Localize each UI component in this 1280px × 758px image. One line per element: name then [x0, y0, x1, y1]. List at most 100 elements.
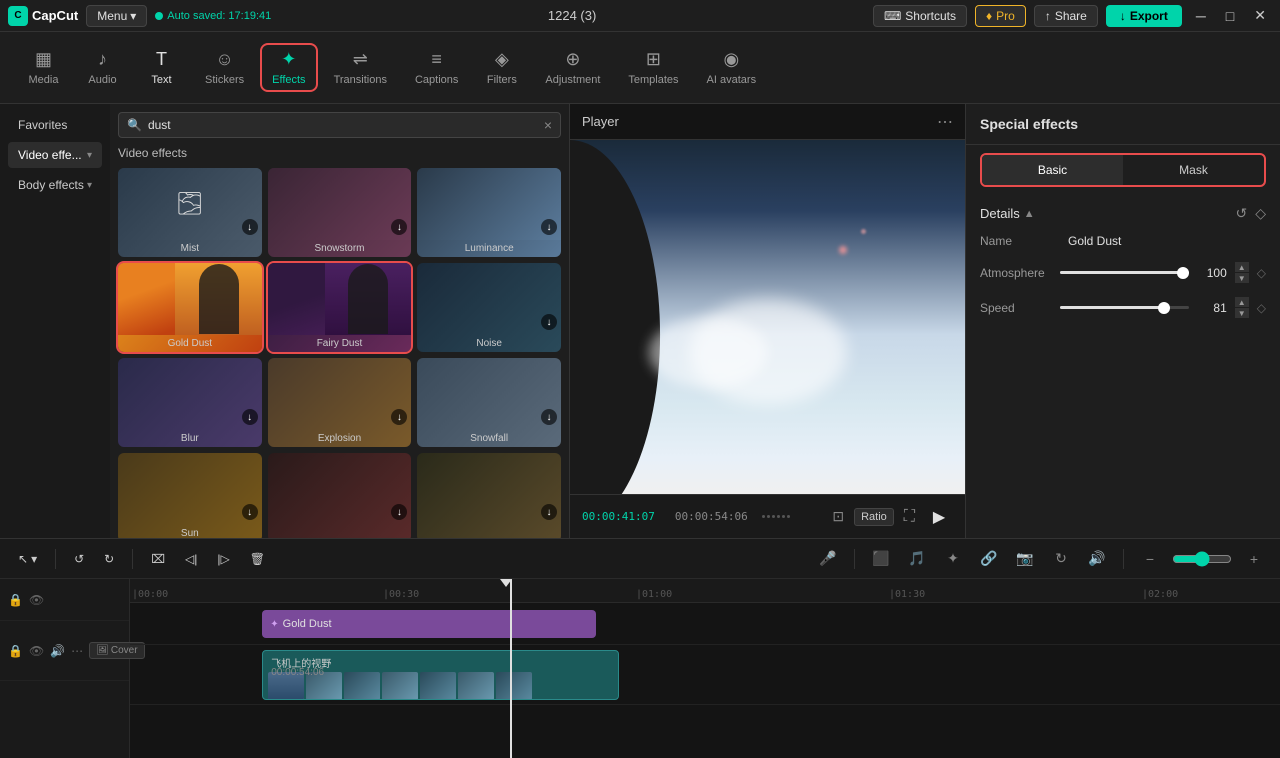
toolbar-adjustment[interactable]: ⊕ Adjustment: [533, 43, 612, 92]
effects-track-icon[interactable]: ✦: [939, 545, 967, 573]
share-button[interactable]: ↑ Share: [1034, 5, 1098, 27]
link-icon[interactable]: 🔗: [975, 545, 1003, 573]
pro-button[interactable]: ♦ Pro: [975, 5, 1026, 27]
effect-track-lock-icon[interactable]: 🔒: [8, 593, 23, 607]
zoom-in-icon[interactable]: +: [1240, 545, 1268, 573]
effect-card-row3b[interactable]: ↓: [417, 453, 561, 538]
stickers-icon: ☺: [215, 49, 233, 70]
loop-icon[interactable]: ↻: [1047, 545, 1075, 573]
details-collapse-icon[interactable]: ▲: [1024, 208, 1035, 220]
download-icon-sun[interactable]: ↓: [242, 504, 258, 520]
atmosphere-stepper[interactable]: ▲ ▼: [1235, 262, 1249, 283]
crop-icon[interactable]: ⊡: [832, 508, 844, 525]
split-button[interactable]: ⌧: [145, 548, 171, 570]
main-content: Favorites Video effe... ▾ Body effects ▾…: [0, 104, 1280, 538]
video-track-more-icon[interactable]: ⋯: [71, 644, 83, 658]
effect-card-snowstorm[interactable]: ↓ Snowstorm: [268, 168, 412, 257]
download-icon-noise[interactable]: ↓: [541, 314, 557, 330]
split-prev-button[interactable]: ◁|: [179, 548, 203, 570]
ratio-button[interactable]: Ratio: [854, 508, 894, 526]
effect-card-luminance[interactable]: ↓ Luminance: [417, 168, 561, 257]
effect-card-mist[interactable]: 🌫 ↓ Mist: [118, 168, 262, 257]
toolbar-media[interactable]: ▦ Media: [16, 43, 71, 92]
effect-card-snowfall[interactable]: ↓ Snowfall: [417, 358, 561, 447]
video-track-audio-icon[interactable]: 🔊: [50, 644, 65, 658]
player-menu-icon[interactable]: ⋯: [937, 112, 953, 132]
effect-card-noise[interactable]: ↓ Noise: [417, 263, 561, 352]
speed-thumb[interactable]: [1158, 302, 1170, 314]
speed-up[interactable]: ▲: [1235, 297, 1249, 307]
reset-icon[interactable]: ↺: [1235, 205, 1247, 222]
zoom-out-icon[interactable]: −: [1136, 545, 1164, 573]
download-icon-blur[interactable]: ↓: [242, 409, 258, 425]
speed-stepper[interactable]: ▲ ▼: [1235, 297, 1249, 318]
video-track-control: 🔒 👁 🔊 ⋯ 🖼 Cover: [0, 621, 129, 681]
redo-button[interactable]: ↻: [98, 548, 120, 570]
toolbar-stickers[interactable]: ☺ Stickers: [193, 43, 256, 92]
zoom-slider[interactable]: [1172, 551, 1232, 567]
diamond-icon[interactable]: ◇: [1255, 205, 1266, 222]
effect-card-fairy-dust[interactable]: Fairy Dust: [268, 263, 412, 352]
toolbar-templates[interactable]: ⊞ Templates: [616, 43, 690, 92]
effect-card-row3a[interactable]: ↓: [268, 453, 412, 538]
speed-reset-icon[interactable]: ◇: [1257, 301, 1266, 315]
effect-card-blur[interactable]: ↓ Blur: [118, 358, 262, 447]
close-button[interactable]: ✕: [1248, 5, 1272, 26]
split-next-button[interactable]: |▷: [211, 548, 235, 570]
atmosphere-down[interactable]: ▼: [1235, 273, 1249, 283]
video-track-lock-icon[interactable]: 🔒: [8, 644, 23, 658]
search-input[interactable]: [148, 118, 538, 132]
select-tool-button[interactable]: ↖ ▾: [12, 548, 43, 570]
screenshot-icon[interactable]: 📷: [1011, 545, 1039, 573]
delete-button[interactable]: 🗑: [244, 548, 271, 570]
toolbar-transitions[interactable]: ⇌ Transitions: [322, 43, 399, 92]
tab-mask[interactable]: Mask: [1123, 155, 1264, 185]
download-icon-mist[interactable]: ↓: [242, 219, 258, 235]
volume-icon[interactable]: 🔊: [1083, 545, 1111, 573]
mic-button[interactable]: 🎤: [814, 545, 842, 573]
sidebar-item-video-effects[interactable]: Video effe... ▾: [8, 142, 102, 168]
effect-label-noise: Noise: [417, 335, 561, 352]
effect-card-explosion[interactable]: ↓ Explosion: [268, 358, 412, 447]
maximize-button[interactable]: □: [1220, 6, 1240, 26]
toolbar-audio[interactable]: ♪ Audio: [75, 43, 130, 92]
toolbar-text[interactable]: T Text: [134, 43, 189, 92]
search-clear-button[interactable]: ×: [544, 117, 552, 133]
audio-track-icon[interactable]: 🎵: [903, 545, 931, 573]
download-icon-luminance[interactable]: ↓: [541, 219, 557, 235]
captions-label: Captions: [415, 74, 458, 86]
toolbar-filters[interactable]: ◈ Filters: [474, 43, 529, 92]
playhead[interactable]: [510, 579, 512, 758]
sidebar-item-favorites[interactable]: Favorites: [8, 112, 102, 138]
export-button[interactable]: ↓ Export: [1106, 5, 1182, 27]
menu-button[interactable]: Menu ▾: [86, 5, 147, 27]
toolbar-ai-avatars[interactable]: ◉ AI avatars: [695, 43, 769, 92]
speed-down[interactable]: ▼: [1235, 308, 1249, 318]
download-icon-row3b[interactable]: ↓: [541, 504, 557, 520]
tab-basic[interactable]: Basic: [982, 155, 1123, 185]
fullscreen-icon[interactable]: ⛶: [904, 508, 915, 526]
minimize-button[interactable]: ─: [1190, 6, 1212, 26]
atmosphere-up[interactable]: ▲: [1235, 262, 1249, 272]
toolbar-effects[interactable]: ✦ Effects: [260, 43, 317, 92]
effect-card-sun[interactable]: ↓ Sun: [118, 453, 262, 538]
gold-dust-clip[interactable]: ✦ Gold Dust: [262, 610, 596, 638]
sidebar-item-body-effects[interactable]: Body effects ▾: [8, 172, 102, 198]
undo-button[interactable]: ↺: [68, 548, 90, 570]
video-track-eye-icon[interactable]: 👁: [29, 644, 44, 658]
speed-slider[interactable]: [1060, 306, 1189, 309]
thumb-7: [496, 672, 532, 700]
atmosphere-thumb[interactable]: [1177, 267, 1189, 279]
atmosphere-slider[interactable]: [1060, 271, 1189, 274]
shortcuts-button[interactable]: ⌨ Shortcuts: [873, 5, 967, 27]
effect-card-gold-dust[interactable]: Gold Dust: [118, 263, 262, 352]
video-clip[interactable]: 飞机上的视野 00:00:54:06: [262, 650, 619, 700]
player-title: Player: [582, 114, 619, 129]
video-track-icon[interactable]: ⬛: [867, 545, 895, 573]
toolbar-captions[interactable]: ≡ Captions: [403, 43, 470, 92]
download-icon-snowfall[interactable]: ↓: [541, 409, 557, 425]
details-section: Details ▲ ↺ ◇ Name Gold Dust Atmosphere: [966, 195, 1280, 538]
effect-track-eye-icon[interactable]: 👁: [29, 593, 44, 607]
play-button[interactable]: ▶: [925, 503, 953, 531]
atmosphere-reset-icon[interactable]: ◇: [1257, 266, 1266, 280]
